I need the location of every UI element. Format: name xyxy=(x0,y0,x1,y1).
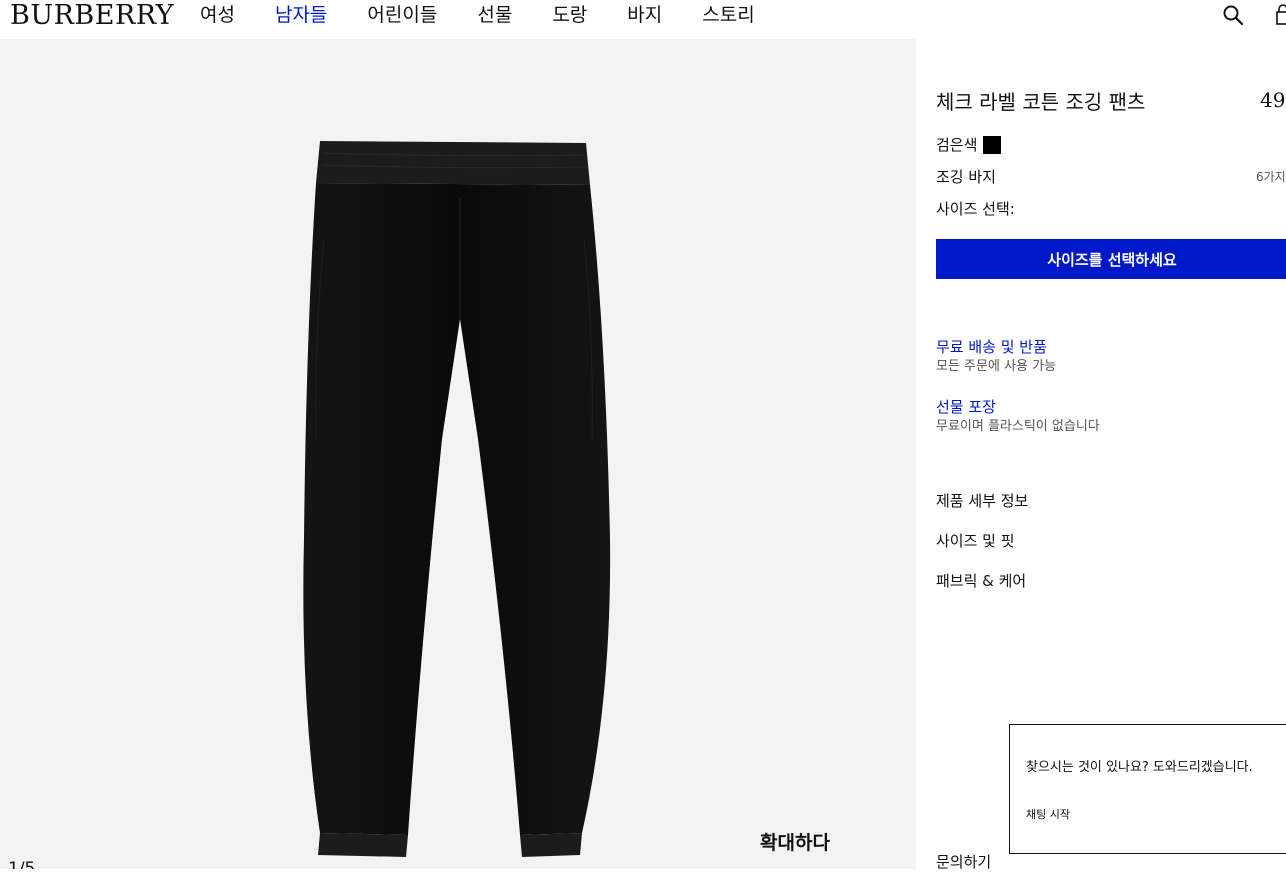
zoom-button[interactable]: 확대하다 xyxy=(760,828,830,855)
chat-popup: 찾으시는 것이 있나요? 도와드리겠습니다. 채팅 시작 xyxy=(1009,724,1286,854)
perk-free-shipping: 무료 배송 및 반품 모든 주문에 사용 가능 xyxy=(936,337,1056,377)
site-header: BURBERRY 여성 남자들 어린이들 선물 도랑 바지 스토리 xyxy=(0,0,1286,38)
color-label: 검은색 xyxy=(936,136,978,154)
nav-item-dorang[interactable]: 도랑 xyxy=(552,2,587,28)
nav-item-gifts[interactable]: 선물 xyxy=(477,2,512,28)
accordion-size-fit[interactable]: 사이즈 및 핏 xyxy=(936,530,1015,551)
product-price: 490 xyxy=(1260,88,1286,112)
chat-message: 찾으시는 것이 있나요? 도와드리겠습니다. xyxy=(1026,760,1253,775)
nav-item-men[interactable]: 남자들 xyxy=(275,2,327,28)
accordion-fabric-care[interactable]: 패브릭 & 케어 xyxy=(936,570,1026,591)
perk-gift-wrap: 선물 포장 무료이며 플라스틱이 없습니다 xyxy=(936,397,1100,437)
color-row: 검은색 xyxy=(936,134,1002,155)
shopping-bag-icon[interactable] xyxy=(1276,4,1286,26)
product-gallery[interactable]: 확대하다 1/5 xyxy=(0,39,916,869)
style-count[interactable]: 6가지 xyxy=(1256,168,1286,185)
chat-start-button[interactable]: 채팅 시작 xyxy=(1026,806,1070,822)
perk-title[interactable]: 무료 배송 및 반품 xyxy=(936,337,1056,357)
accordion-product-details[interactable]: 제품 세부 정보 xyxy=(936,490,1028,511)
size-label: 사이즈 선택: xyxy=(936,200,1015,218)
product-title: 체크 라벨 코튼 조깅 팬츠 xyxy=(936,90,1146,114)
perk-desc: 무료이며 플라스틱이 없습니다 xyxy=(936,419,1100,434)
brand-logo[interactable]: BURBERRY xyxy=(10,0,174,32)
main-nav: 여성 남자들 어린이들 선물 도랑 바지 스토리 xyxy=(200,2,795,28)
nav-item-children[interactable]: 어린이들 xyxy=(367,2,437,28)
perk-title[interactable]: 선물 포장 xyxy=(936,397,1100,417)
style-label: 조깅 바지 xyxy=(936,168,996,186)
gallery-page-counter: 1/5 xyxy=(8,859,36,869)
nav-item-trousers[interactable]: 바지 xyxy=(627,2,662,28)
product-image[interactable] xyxy=(290,139,630,861)
color-swatch[interactable] xyxy=(983,135,1002,154)
nav-item-women[interactable]: 여성 xyxy=(200,2,235,28)
perk-desc: 모든 주문에 사용 가능 xyxy=(936,359,1057,374)
nav-item-stories[interactable]: 스토리 xyxy=(702,2,754,28)
search-icon[interactable] xyxy=(1222,4,1244,26)
select-size-button[interactable]: 사이즈를 선택하세요 xyxy=(936,239,1286,279)
